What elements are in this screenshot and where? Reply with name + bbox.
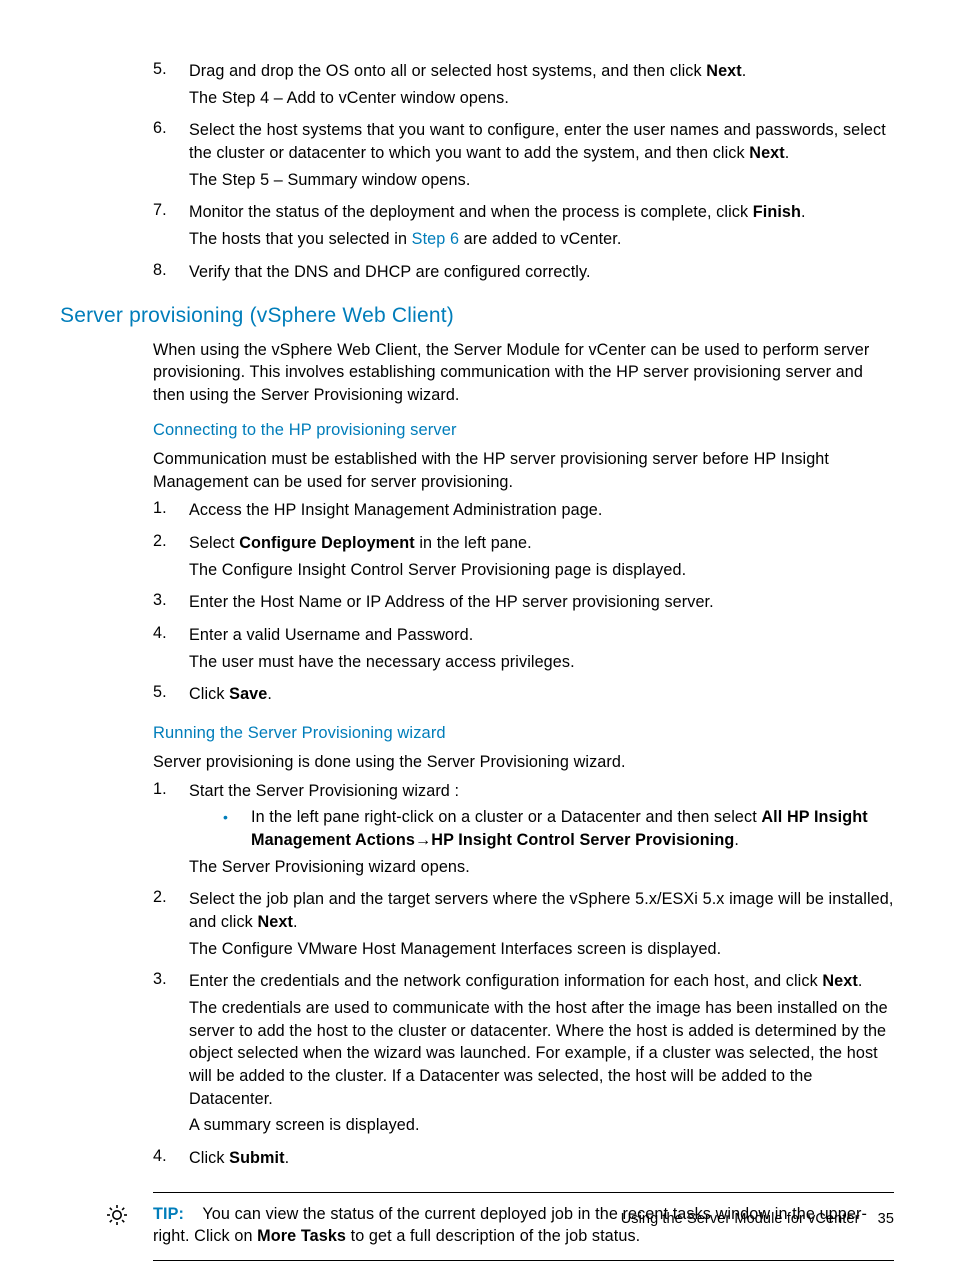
bold-text: Finish: [753, 203, 801, 221]
list-item: 3. Enter the Host Name or IP Address of …: [153, 589, 894, 618]
list-item: 1. Access the HP Insight Management Admi…: [153, 497, 894, 526]
bullet-icon: •: [223, 806, 251, 851]
bold-text: Save: [229, 685, 267, 703]
body-text: The Step 4 – Add to vCenter window opens…: [189, 87, 894, 110]
bold-text: HP Insight Control Server Provisioning: [431, 831, 734, 849]
list-marker: 3.: [153, 968, 189, 1141]
list-item: 4. Enter a valid Username and Password. …: [153, 622, 894, 677]
body-text: Server provisioning is done using the Se…: [153, 751, 894, 774]
body-text: The Configure Insight Control Server Pro…: [189, 559, 894, 582]
cross-reference-link[interactable]: Step 6: [412, 230, 459, 248]
list-item: 7. Monitor the status of the deployment …: [153, 199, 894, 254]
body-text: Monitor the status of the deployment and…: [189, 203, 753, 221]
page-number: 35: [878, 1211, 894, 1227]
list-item: 2. Select Configure Deployment in the le…: [153, 530, 894, 585]
bold-text: Next: [706, 62, 742, 80]
bold-text: Configure Deployment: [239, 534, 415, 552]
list-marker: 1.: [153, 497, 189, 526]
list-item: 1. Start the Server Provisioning wizard …: [153, 778, 894, 883]
list-marker: 6.: [153, 117, 189, 195]
bold-text: Next: [749, 144, 785, 162]
list-marker: 4.: [153, 622, 189, 677]
bold-text: Submit: [229, 1149, 284, 1167]
list-item: 5. Click Save.: [153, 681, 894, 710]
list-marker: 1.: [153, 778, 189, 883]
section-heading: Server provisioning (vSphere Web Client): [60, 301, 894, 330]
body-text: A summary screen is displayed.: [189, 1114, 894, 1137]
list-item: 4. Click Submit.: [153, 1145, 894, 1174]
body-text: Enter a valid Username and Password.: [189, 624, 894, 647]
body-text: The credentials are used to communicate …: [189, 997, 894, 1110]
page-footer: Using the Server Module for vCenter 35: [621, 1209, 894, 1229]
list-marker: 4.: [153, 1145, 189, 1174]
body-text: Access the HP Insight Management Adminis…: [189, 499, 894, 522]
body-text: The Step 5 – Summary window opens.: [189, 169, 894, 192]
body-text: The hosts that you selected in: [189, 230, 412, 248]
list-marker: 2.: [153, 886, 189, 964]
body-text: Start the Server Provisioning wizard :: [189, 780, 894, 803]
list-item: 5. Drag and drop the OS onto all or sele…: [153, 58, 894, 113]
ordered-list-continued: 5. Drag and drop the OS onto all or sele…: [153, 58, 894, 287]
body-text: The user must have the necessary access …: [189, 651, 894, 674]
body-text: When using the vSphere Web Client, the S…: [153, 339, 894, 407]
body-text: The Configure VMware Host Management Int…: [189, 938, 894, 961]
body-text: Drag and drop the OS onto all or selecte…: [189, 62, 706, 80]
body-text: Enter the Host Name or IP Address of the…: [189, 591, 894, 614]
document-page: 5. Drag and drop the OS onto all or sele…: [0, 0, 954, 1271]
tip-icon: [105, 1203, 129, 1234]
subsection-heading: Connecting to the HP provisioning server: [153, 419, 894, 442]
list-marker: 8.: [153, 259, 189, 288]
list-marker: 3.: [153, 589, 189, 618]
list-marker: 2.: [153, 530, 189, 585]
list-item: 8. Verify that the DNS and DHCP are conf…: [153, 259, 894, 288]
list-item: 2. Select the job plan and the target se…: [153, 886, 894, 964]
body-text: Verify that the DNS and DHCP are configu…: [189, 261, 894, 284]
bold-text: More Tasks: [257, 1227, 346, 1245]
body-text: Communication must be established with t…: [153, 448, 894, 493]
tip-label: TIP:: [153, 1205, 184, 1223]
list-marker: 7.: [153, 199, 189, 254]
footer-text: Using the Server Module for vCenter: [621, 1211, 860, 1227]
list-marker: 5.: [153, 58, 189, 113]
bold-text: Next: [257, 913, 293, 931]
bold-text: Next: [822, 972, 858, 990]
body-text: The Server Provisioning wizard opens.: [189, 856, 894, 879]
list-marker: 5.: [153, 681, 189, 710]
subsection-heading: Running the Server Provisioning wizard: [153, 722, 894, 745]
list-item: 3. Enter the credentials and the network…: [153, 968, 894, 1141]
bullet-item: • In the left pane right-click on a clus…: [223, 806, 894, 851]
list-item: 6. Select the host systems that you want…: [153, 117, 894, 195]
